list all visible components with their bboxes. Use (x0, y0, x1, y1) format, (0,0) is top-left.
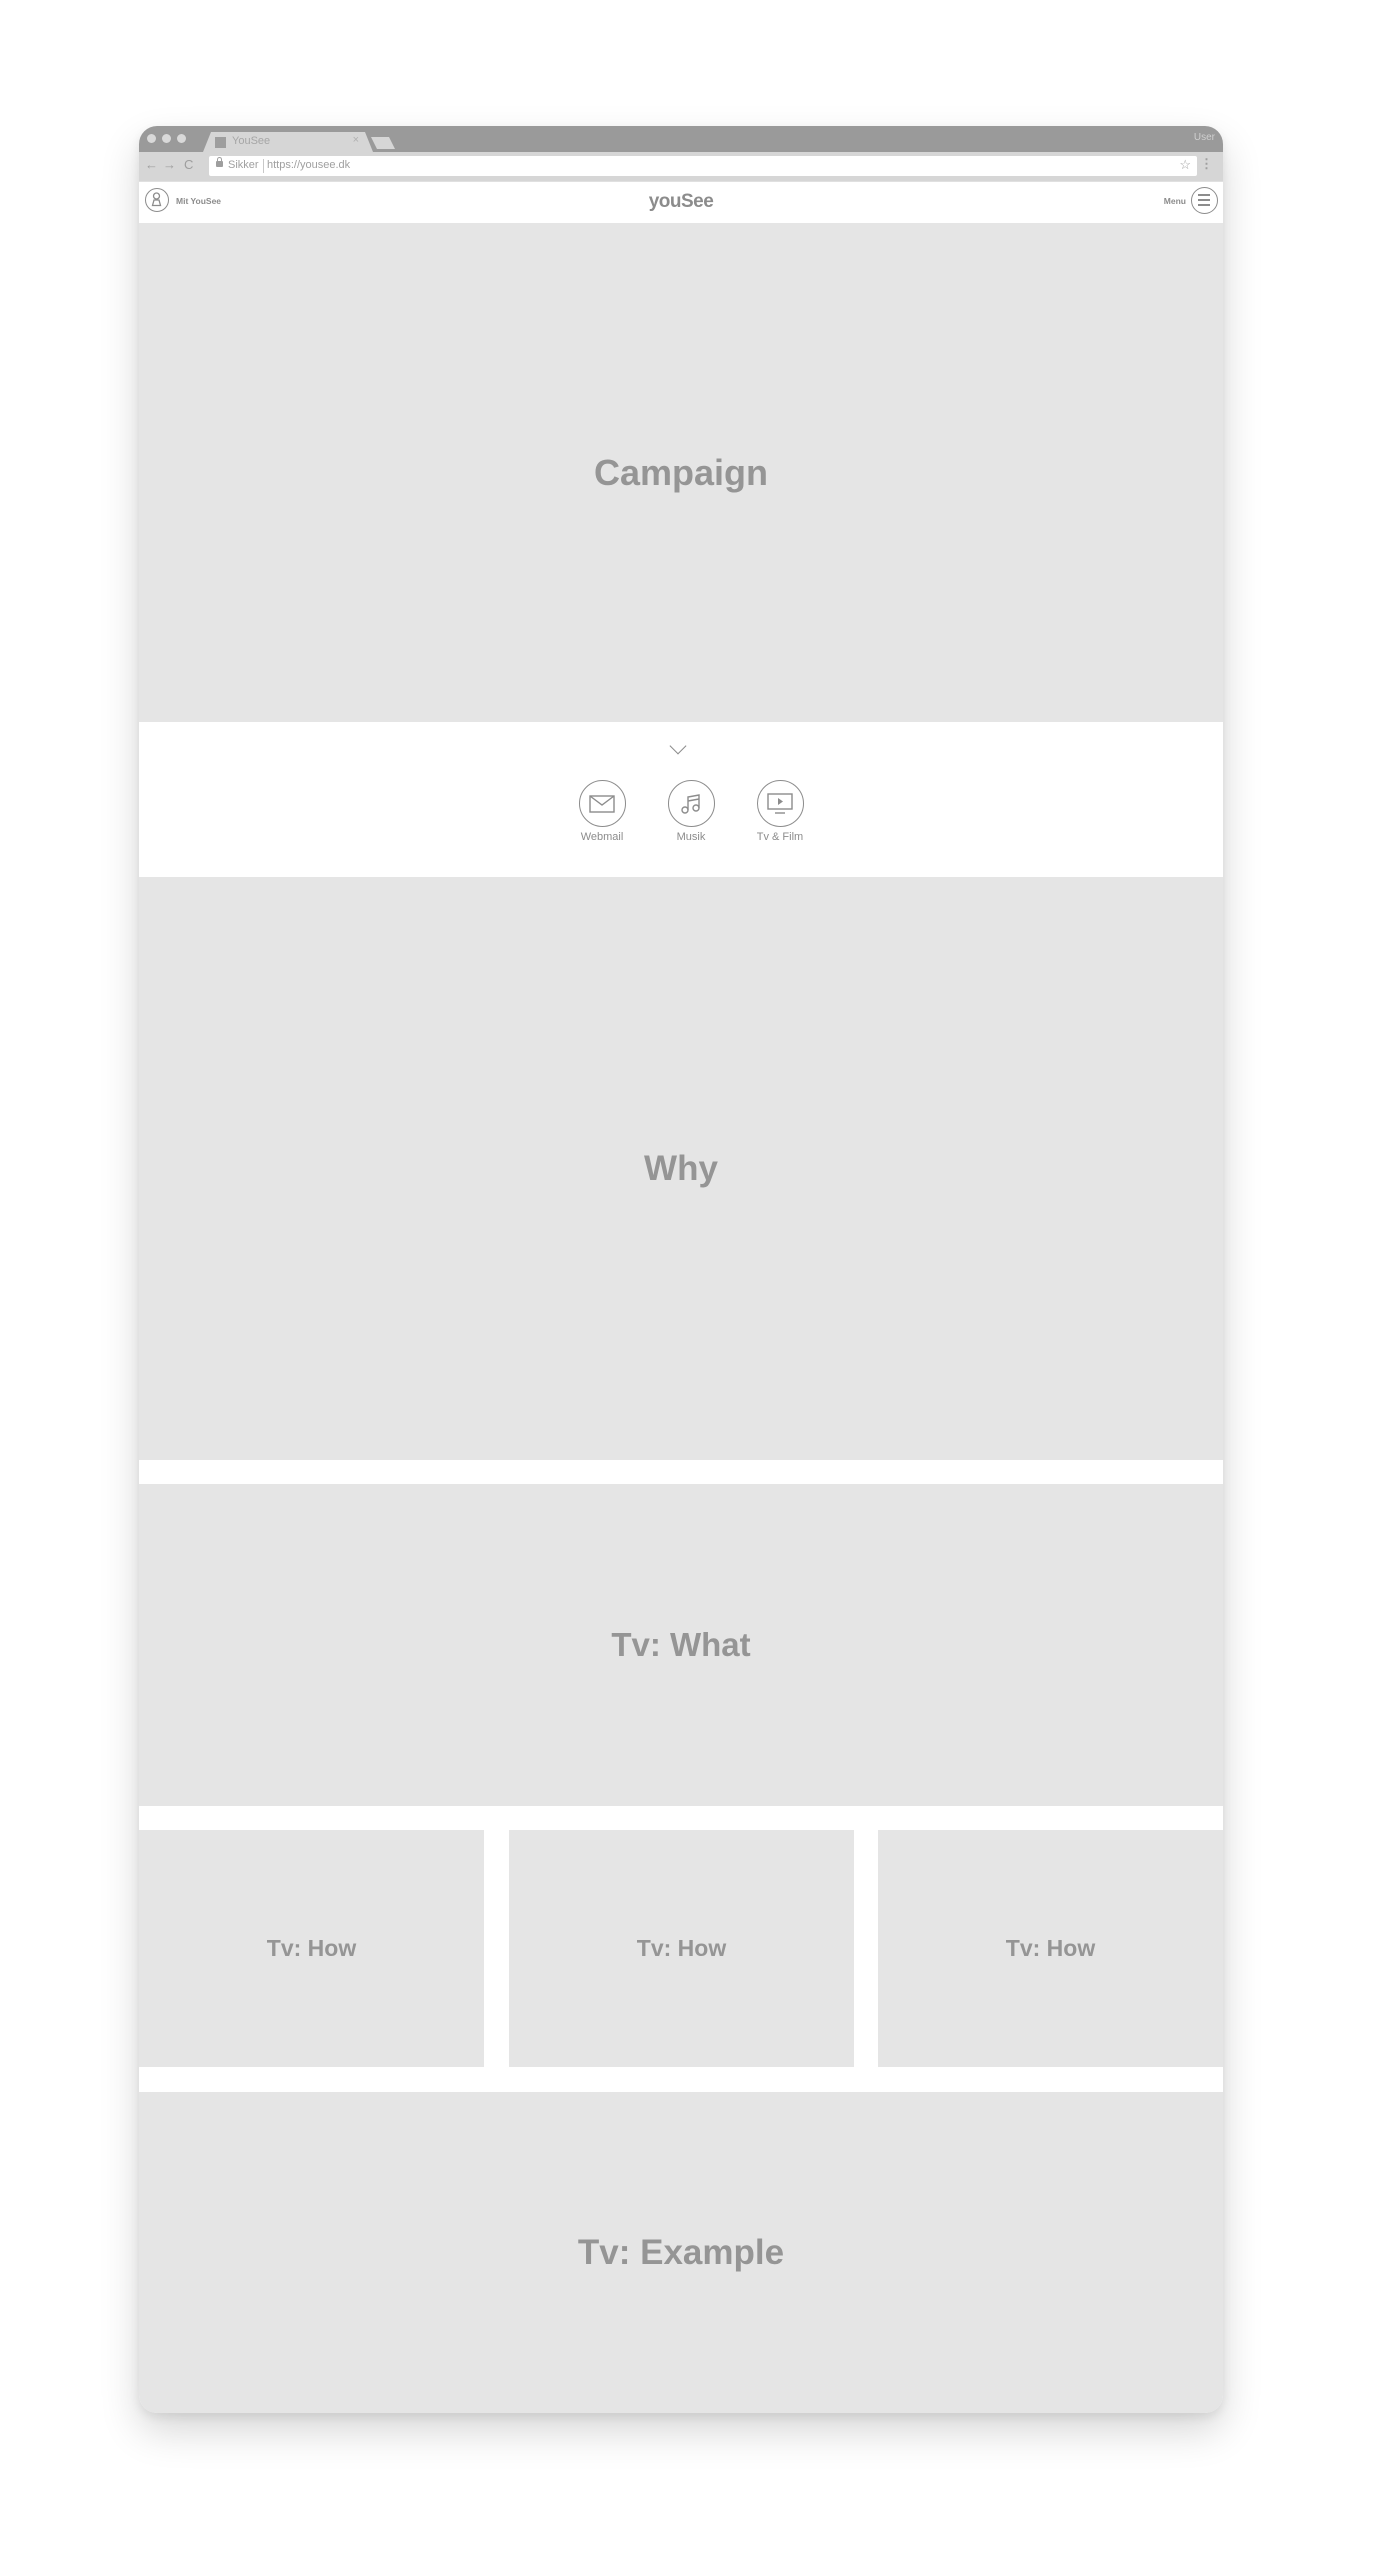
chevron-down-icon[interactable] (669, 737, 687, 755)
minimize-window-button[interactable] (162, 134, 171, 143)
tv-how-card[interactable]: Tv: How (139, 1830, 484, 2067)
quicklinks-bar: Webmail Musik Tv & Film (139, 722, 1223, 877)
maximize-window-button[interactable] (177, 134, 186, 143)
quicklink-tv-film[interactable]: Tv & Film (740, 780, 820, 843)
browser-window: YouSee × User ← → C Sikker https://youse… (139, 126, 1223, 2413)
tab-strip: YouSee × User (139, 126, 1223, 152)
envelope-icon (578, 780, 626, 827)
close-window-button[interactable] (147, 134, 156, 143)
tv-example-label: Tv: Example (577, 2232, 785, 2272)
campaign-section[interactable]: Campaign (139, 223, 1223, 722)
hamburger-menu-icon[interactable] (1191, 187, 1218, 214)
browser-menu-icon[interactable]: ⋮ (1200, 156, 1213, 172)
favicon-icon (215, 137, 226, 148)
tv-what-section[interactable]: Tv: What (139, 1484, 1223, 1806)
tab-title: YouSee (232, 135, 271, 147)
browser-user-label[interactable]: User (1194, 132, 1215, 143)
address-bar[interactable]: Sikker https://yousee.dk ☆ (209, 156, 1197, 176)
music-note-icon (667, 780, 715, 827)
address-separator (263, 159, 264, 173)
forward-arrow-icon[interactable]: → (163, 157, 176, 172)
campaign-label: Campaign (593, 451, 769, 493)
new-tab-button[interactable] (371, 137, 395, 149)
why-section[interactable]: Why (139, 877, 1223, 1460)
quicklink-musik[interactable]: Musik (651, 780, 731, 843)
tab-close-icon[interactable]: × (353, 134, 359, 146)
quicklink-label: Musik (676, 831, 706, 843)
url-text[interactable]: https://yousee.dk (267, 159, 350, 171)
back-arrow-icon[interactable]: ← (145, 157, 158, 172)
tv-how-card[interactable]: Tv: How (878, 1830, 1223, 2067)
tv-how-card[interactable]: Tv: How (509, 1830, 854, 2067)
why-label: Why (644, 1148, 718, 1188)
site-header: Mit YouSee youSee Menu (139, 181, 1223, 223)
tv-how-label: Tv: How (266, 1935, 357, 1961)
quicklink-label: Tv & Film (756, 831, 804, 843)
window-controls (147, 134, 186, 143)
tv-what-label: Tv: What (611, 1626, 751, 1663)
secure-label: Sikker (228, 159, 259, 171)
reload-icon[interactable]: C (184, 157, 193, 172)
quicklink-webmail[interactable]: Webmail (562, 780, 642, 843)
browser-tab[interactable]: YouSee × (203, 132, 373, 152)
tv-how-label: Tv: How (1005, 1935, 1096, 1961)
bookmark-star-icon[interactable]: ☆ (1179, 157, 1191, 173)
tv-how-label: Tv: How (636, 1935, 727, 1961)
tv-play-icon (756, 780, 804, 827)
tv-example-section[interactable]: Tv: Example (139, 2092, 1223, 2413)
yousee-logo[interactable]: youSee (139, 191, 1223, 213)
lock-icon (216, 157, 223, 167)
quicklink-label: Webmail (580, 831, 624, 843)
menu-label[interactable]: Menu (1164, 196, 1186, 206)
browser-toolbar: ← → C Sikker https://yousee.dk ☆ ⋮ (139, 152, 1223, 181)
